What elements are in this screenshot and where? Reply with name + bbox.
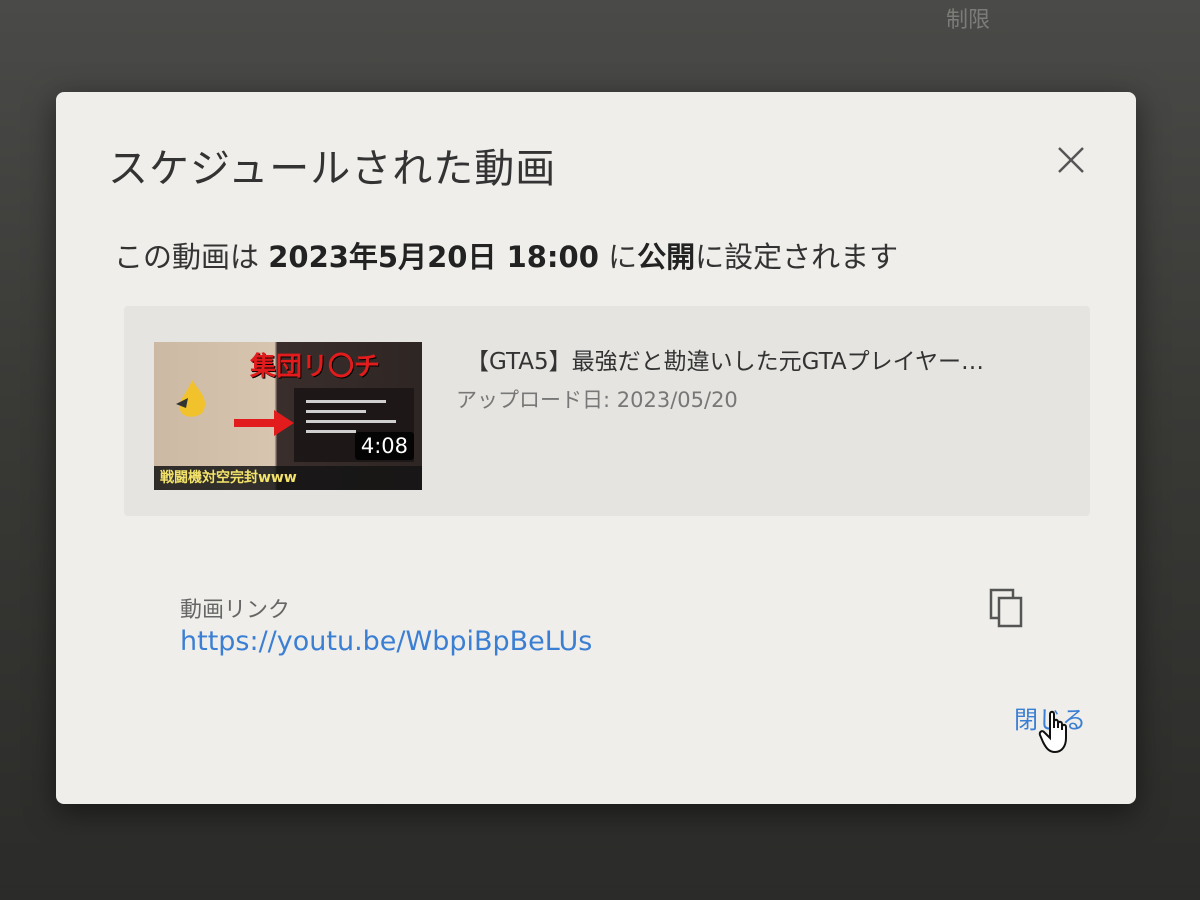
video-link-url[interactable]: https://youtu.be/WbpiBpBeLUs [180,626,592,657]
schedule-suffix: に設定されます [695,240,899,274]
schedule-visibility: 公開 [637,240,696,274]
upload-date: アップロード日: 2023/05/20 [456,388,738,412]
copy-icon[interactable] [988,588,1026,628]
schedule-message: この動画は 2023年5月20日 18:00 に公開に設定されます [114,234,898,276]
background-label: 制限 [945,8,990,33]
schedule-prefix: この動画は [114,240,269,274]
schedule-datetime: 2023年5月20日 18:00 [268,240,599,274]
thumbnail-title: 集団リ〇チ [250,352,381,382]
video-card: 集団リ〇チ 戦闘機対空完封www 4:08 【GTA5】最強だと勘違いした元GT… [124,306,1090,516]
arrow-icon [234,410,294,436]
duration-badge: 4:08 [354,432,414,460]
video-title[interactable]: 【GTA5】最強だと勘違いした元GTAプレイヤー… [466,342,984,376]
hand-pointer-icon [1038,710,1067,754]
scheduled-video-dialog: スケジュールされた動画 この動画は 2023年5月20日 18:00 に公開に設… [56,92,1136,804]
close-icon[interactable] [1051,140,1091,180]
schedule-middle: に [598,240,638,274]
flame-icon [176,380,206,417]
thumbnail-caption: 戦闘機対空完封www [154,466,422,490]
dialog-title: スケジュールされた動画 [108,146,557,192]
video-link-label: 動画リンク [180,598,291,623]
video-thumbnail[interactable]: 集団リ〇チ 戦闘機対空完封www 4:08 [154,342,422,490]
